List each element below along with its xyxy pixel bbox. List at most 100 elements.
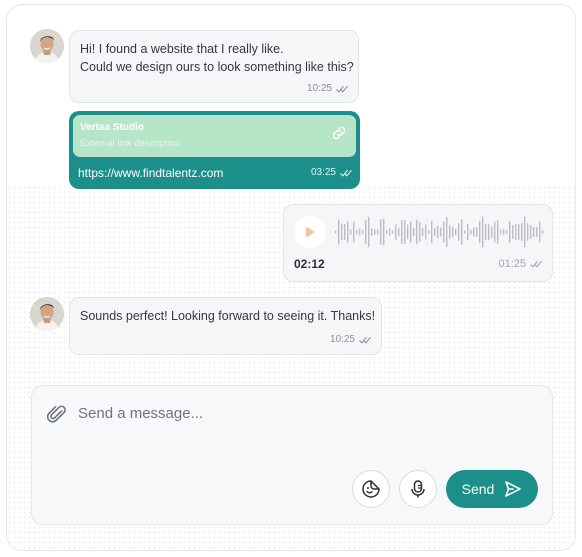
waveform-bar (434, 227, 436, 237)
message-bubble[interactable]: Sounds perfect! Looking forward to seein… (69, 297, 382, 355)
waveform-bar (335, 230, 337, 234)
waveform-bar (488, 224, 490, 240)
waveform-bar (341, 223, 343, 241)
waveform-bar (413, 227, 415, 237)
paperclip-icon[interactable] (47, 403, 67, 425)
waveform-bar (509, 220, 511, 244)
waveform-bar (500, 229, 502, 235)
avatar-image (30, 29, 64, 63)
play-button[interactable] (294, 216, 326, 248)
message-meta: 10:25 (307, 83, 348, 94)
waveform-bar (407, 224, 409, 240)
message-time: 10:25 (329, 334, 355, 345)
message-meta: 01:25 (498, 258, 542, 270)
sticker-button[interactable] (352, 470, 390, 508)
waveform-bar (386, 229, 388, 235)
waveform-bar (521, 223, 523, 241)
double-check-icon (336, 85, 348, 93)
waveform-bar (506, 230, 508, 234)
waveform-bar (542, 230, 544, 234)
waveform-bar (539, 221, 541, 243)
message-meta: 10:25 (330, 334, 371, 345)
link-preview[interactable]: Vertaa Studio External link description (73, 115, 356, 157)
waveform-bar (347, 221, 349, 243)
avatar[interactable] (30, 29, 64, 63)
waveform-bar (494, 221, 496, 243)
waveform-bar (380, 219, 382, 245)
chat-panel: Hi! I found a website that I really like… (6, 4, 576, 551)
waveform-bar (473, 227, 475, 237)
waveform-bar (443, 221, 445, 243)
waveform-bar (377, 229, 379, 235)
waveform-bar (515, 223, 517, 241)
waveform-bar (452, 226, 454, 238)
waveform-bar (356, 229, 358, 235)
waveform-bar (503, 229, 505, 235)
avatar-image (30, 297, 64, 331)
waveform-bar (395, 224, 397, 240)
message-time: 01:25 (498, 258, 526, 270)
message-bubble[interactable]: Hi! I found a website that I really like… (69, 30, 359, 103)
waveform-bar (410, 221, 412, 243)
waveform-bar (449, 225, 451, 239)
microphone-button[interactable] (399, 470, 437, 508)
waveform-bar (518, 223, 520, 241)
waveform-bar (437, 225, 439, 239)
waveform-bar (362, 229, 364, 235)
message-time: 03:25 (310, 167, 336, 178)
waveform-bar (350, 228, 352, 236)
link-message[interactable]: Vertaa Studio External link description … (69, 111, 360, 189)
voice-duration: 02:12 (294, 257, 325, 271)
message-meta: 03:25 (311, 167, 352, 178)
waveform-bar (464, 230, 466, 234)
double-check-icon (340, 169, 352, 177)
waveform-bar (401, 219, 403, 245)
send-label: Send (461, 481, 495, 497)
waveform-bar (497, 220, 499, 244)
message-time: 10:25 (306, 83, 332, 94)
waveform-bar (458, 223, 460, 241)
link-icon[interactable] (330, 124, 348, 142)
waveform-bar (467, 223, 469, 241)
waveform-bar (524, 216, 526, 248)
link-description: External link description (80, 138, 181, 149)
message-line: Hi! I found a website that I really like… (80, 42, 284, 56)
waveform-bar (359, 228, 361, 236)
microphone-icon (411, 480, 425, 498)
waveform-bar (536, 226, 538, 238)
audio-waveform[interactable] (334, 214, 544, 250)
send-button[interactable]: Send (446, 470, 538, 508)
waveform-bar (476, 227, 478, 237)
waveform-bar (431, 220, 433, 244)
avatar[interactable] (30, 297, 64, 331)
sticker-icon (362, 480, 380, 498)
double-check-icon (359, 336, 371, 344)
voice-message: 02:12 01:25 (283, 204, 553, 282)
message-line: Sounds perfect! Looking forward to seein… (80, 309, 376, 323)
waveform-bar (338, 219, 340, 245)
message-composer: Send (31, 385, 553, 525)
waveform-bar (533, 226, 535, 238)
waveform-bar (530, 225, 532, 239)
waveform-bar (425, 224, 427, 240)
waveform-bar (479, 220, 481, 244)
waveform-bar (365, 219, 367, 245)
waveform-bar (383, 218, 385, 246)
waveform-bar (527, 222, 529, 242)
send-icon (505, 481, 522, 497)
waveform-bar (419, 221, 421, 243)
waveform-bar (491, 226, 493, 238)
message-line: Could we design ours to look something l… (80, 60, 354, 74)
link-url[interactable]: https://www.findtalentz.com (78, 166, 223, 180)
waveform-bar (392, 230, 394, 234)
waveform-bar (344, 224, 346, 240)
waveform-bar (512, 224, 514, 240)
waveform-bar (368, 216, 370, 248)
waveform-bar (428, 230, 430, 234)
waveform-bar (353, 221, 355, 243)
waveform-bar (416, 219, 418, 245)
message-input[interactable] (78, 402, 518, 424)
link-title: Vertaa Studio (80, 122, 144, 133)
waveform-bar (404, 219, 406, 245)
waveform-bar (398, 227, 400, 237)
